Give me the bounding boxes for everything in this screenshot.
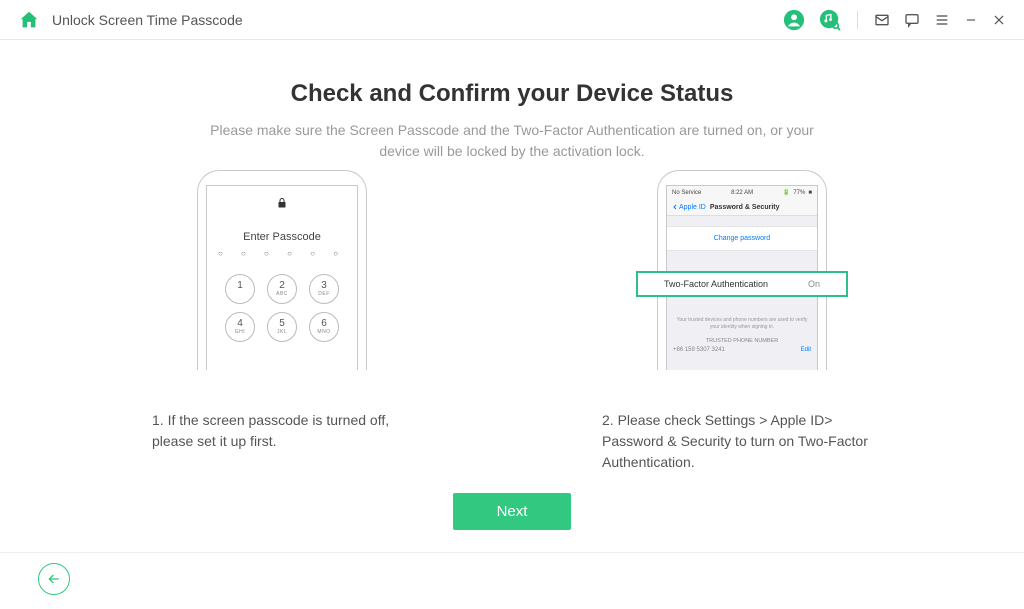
nav-bar: Apple ID Password & Security — [667, 199, 817, 216]
phone-passcode-frame: Enter Passcode ○ ○ ○ ○ ○ ○ 1 2ABC 3DEF 4… — [197, 170, 367, 370]
status-carrier: No Service — [672, 190, 701, 196]
nav-back: Apple ID — [672, 203, 706, 211]
header-divider — [857, 11, 858, 29]
header-left: Unlock Screen Time Passcode — [18, 9, 243, 31]
tfa-label: Two-Factor Authentication — [664, 279, 768, 289]
footer-divider — [0, 552, 1024, 553]
back-button[interactable] — [38, 563, 70, 595]
keypad-5: 5JKL — [267, 312, 297, 342]
caption-passcode: 1. If the screen passcode is turned off,… — [152, 410, 412, 452]
keypad-6: 6MNO — [309, 312, 339, 342]
phone-tfa-frame: No Service 8:22 AM 🔋 77%■ Apple ID Passw… — [657, 170, 827, 370]
trusted-phone-label: TRUSTED PHONE NUMBER — [667, 334, 817, 344]
trusted-phone-row: +86 159 5307 3241 Edit — [667, 344, 817, 356]
phone-passcode-screen: Enter Passcode ○ ○ ○ ○ ○ ○ 1 2ABC 3DEF 4… — [206, 185, 358, 370]
minimize-icon[interactable] — [964, 13, 978, 27]
account-icon[interactable] — [783, 9, 805, 31]
status-battery: 🔋 77%■ — [783, 189, 812, 196]
header-right — [783, 9, 1006, 31]
close-icon[interactable] — [992, 13, 1006, 27]
menu-icon[interactable] — [934, 12, 950, 28]
next-button[interactable]: Next — [453, 493, 572, 530]
music-search-icon[interactable] — [819, 9, 841, 31]
feedback-icon[interactable] — [904, 12, 920, 28]
passcode-dots: ○ ○ ○ ○ ○ ○ — [207, 249, 357, 258]
change-password-row: Change password — [667, 226, 817, 251]
status-time: 8:22 AM — [731, 190, 753, 196]
keypad-1: 1 — [225, 274, 255, 304]
tfa-description: Your trusted devices and phone numbers a… — [667, 314, 817, 333]
keypad-4: 4GHI — [225, 312, 255, 342]
mail-icon[interactable] — [874, 12, 890, 28]
status-bar: No Service 8:22 AM 🔋 77%■ — [667, 186, 817, 199]
keypad-3: 3DEF — [309, 274, 339, 304]
tfa-highlight-row: Two-Factor Authentication On — [636, 271, 848, 297]
lock-icon — [207, 196, 357, 213]
caption-tfa: 2. Please check Settings > Apple ID> Pas… — [602, 410, 882, 473]
title-bar: Unlock Screen Time Passcode — [0, 0, 1024, 40]
tfa-value: On — [808, 279, 820, 289]
phones-row: Enter Passcode ○ ○ ○ ○ ○ ○ 1 2ABC 3DEF 4… — [0, 170, 1024, 473]
main-subtitle: Please make sure the Screen Passcode and… — [192, 120, 832, 162]
keypad-2: 2ABC — [267, 274, 297, 304]
main-content: Check and Confirm your Device Status Ple… — [0, 40, 1024, 530]
page-title: Unlock Screen Time Passcode — [52, 12, 243, 28]
keypad: 1 2ABC 3DEF 4GHI 5JKL 6MNO — [207, 274, 357, 342]
trusted-phone-number: +86 159 5307 3241 — [673, 347, 725, 353]
phone-tfa-block: No Service 8:22 AM 🔋 77%■ Apple ID Passw… — [612, 170, 872, 473]
trusted-phone-edit: Edit — [801, 347, 811, 353]
home-icon[interactable] — [18, 9, 40, 31]
main-heading: Check and Confirm your Device Status — [0, 80, 1024, 108]
phone-passcode-block: Enter Passcode ○ ○ ○ ○ ○ ○ 1 2ABC 3DEF 4… — [152, 170, 412, 473]
nav-title: Password & Security — [710, 204, 780, 211]
enter-passcode-label: Enter Passcode — [207, 231, 357, 243]
